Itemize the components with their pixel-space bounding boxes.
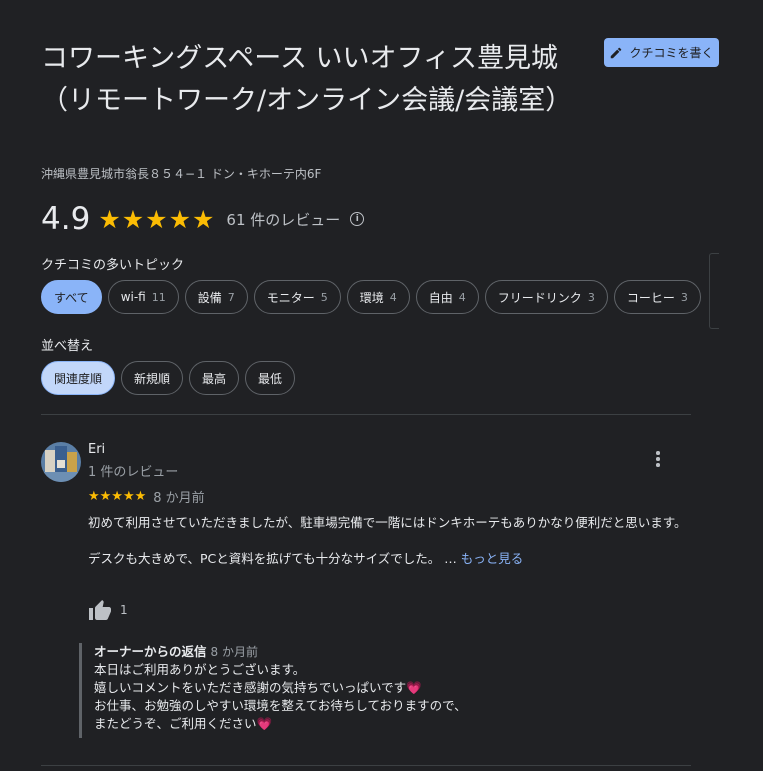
review-rating: ★★★★★ 8 か月前 <box>88 487 205 506</box>
topic-chip-freedom[interactable]: 自由 4 <box>415 280 479 314</box>
review-count[interactable]: 61 件のレビュー <box>226 209 340 230</box>
heart-icon: 💗 <box>256 716 273 731</box>
sort-label: 並べ替え <box>41 339 94 354</box>
like-count: 1 <box>120 603 128 617</box>
sort-chips: 関連度順 新規順 最高 最低 <box>41 361 296 395</box>
like-button[interactable]: 1 <box>88 599 128 621</box>
more-link[interactable]: もっと見る <box>461 551 524 566</box>
topics-label: クチコミの多いトピック <box>41 258 185 273</box>
topic-chip-free-drink[interactable]: フリードリンク 3 <box>484 280 608 314</box>
owner-reply-heading: オーナーからの返信 <box>94 644 207 659</box>
owner-reply-line: 嬉しいコメントをいただき感謝の気持ちでいっぱいです💗 <box>94 680 422 695</box>
heart-icon: 💗 <box>406 680 422 695</box>
rating-stars: ★ ★ ★ ★ ★ <box>98 207 214 232</box>
write-review-button[interactable]: クチコミを書く <box>604 38 719 67</box>
avatar[interactable] <box>41 442 81 482</box>
owner-reply-date: 8 か月前 <box>210 645 258 659</box>
topic-chip-all[interactable]: すべて <box>41 280 102 314</box>
sort-newest[interactable]: 新規順 <box>121 361 184 395</box>
more-options-icon[interactable] <box>648 449 668 469</box>
divider <box>41 765 691 766</box>
review-paragraph: 初めて利用させていただきましたが、駐車場完備で一階にはドンキホーテもありかなり便… <box>88 515 687 530</box>
topic-chips: すべて wi-fi 11 設備 7 モニター 5 環境 4 自由 4 フリードリ… <box>41 280 701 314</box>
topic-chip-monitor[interactable]: モニター 5 <box>253 280 341 314</box>
write-review-label: クチコミを書く <box>629 46 714 60</box>
rating-value: 4.9 <box>41 201 91 237</box>
owner-reply-line: またどうぞ、ご利用ください💗 <box>94 716 273 731</box>
sort-lowest[interactable]: 最低 <box>245 361 296 395</box>
star-icon: ★ <box>168 204 191 234</box>
chips-scroll-button[interactable] <box>709 253 719 329</box>
topic-chip-equipment[interactable]: 設備 7 <box>184 280 248 314</box>
thumbs-up-icon <box>89 600 111 620</box>
review-text: 初めて利用させていただきましたが、駐車場完備で一階にはドンキホーテもありかなり便… <box>88 514 691 568</box>
review-date: 8 か月前 <box>153 491 205 506</box>
topic-chip-environment[interactable]: 環境 4 <box>346 280 410 314</box>
star-icon: ★ <box>145 204 168 234</box>
pencil-icon <box>611 47 622 58</box>
divider <box>41 414 691 415</box>
rating-summary: 4.9 ★ ★ ★ ★ ★ 61 件のレビュー i <box>41 199 365 239</box>
place-address: 沖縄県豊見城市翁長８５４−１ ドン・キホーテ内6F <box>41 167 322 181</box>
reviewer-name[interactable]: Eri <box>88 442 105 457</box>
owner-reply-header: オーナーからの返信 8 か月前 <box>94 643 467 661</box>
owner-reply-line: 本日はご利用ありがとうございます。 <box>94 662 306 677</box>
star-icon: ★ <box>98 204 121 234</box>
review-paragraph: デスクも大きめで、PCと資料を拡げても十分なサイズでした。 … もっと見る <box>88 551 524 566</box>
owner-reply: オーナーからの返信 8 か月前 本日はご利用ありがとうございます。 嬉しいコメン… <box>79 643 467 738</box>
place-title: コワーキングスペース いいオフィス豊見城（リモートワーク/オンライン会議/会議室… <box>41 43 573 116</box>
owner-reply-line: お仕事、お勉強のしやすい環境を整えてお待ちしておりますので、 <box>94 698 467 713</box>
sort-relevance[interactable]: 関連度順 <box>41 361 116 395</box>
topic-chip-wifi[interactable]: wi-fi 11 <box>107 280 179 314</box>
info-icon[interactable]: i <box>350 212 365 226</box>
star-icon: ★ <box>192 204 215 234</box>
star-icon: ★ <box>121 204 145 234</box>
topic-chip-coffee[interactable]: コーヒー 3 <box>613 280 701 314</box>
reviewer-review-count: 1 件のレビュー <box>88 465 179 480</box>
sort-highest[interactable]: 最高 <box>189 361 240 395</box>
review-stars: ★★★★★ <box>88 489 147 504</box>
